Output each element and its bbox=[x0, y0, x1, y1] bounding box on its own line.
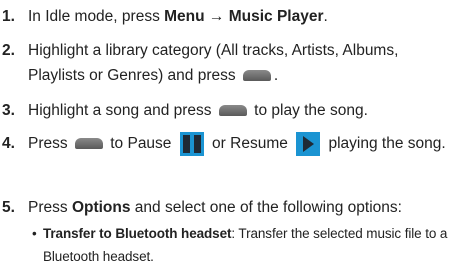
sub-option-text: Transfer to Bluetooth headset: Transfer … bbox=[43, 226, 448, 264]
step-text: Press Options and select one of the foll… bbox=[28, 199, 402, 216]
step-number: 5. bbox=[2, 199, 15, 216]
bullet-marker: • bbox=[32, 226, 37, 241]
step-number: 2. bbox=[2, 42, 15, 59]
step-number: 1. bbox=[2, 8, 15, 25]
pause-icon bbox=[179, 131, 204, 156]
select-key-icon bbox=[218, 105, 247, 117]
sub-option-transfer-bluetooth: • Transfer to Bluetooth headset: Transfe… bbox=[32, 222, 458, 268]
step-text: In Idle mode, press Menu → Music Player. bbox=[28, 8, 328, 25]
instruction-document: 1. In Idle mode, press Menu → Music Play… bbox=[0, 0, 462, 268]
step-number: 3. bbox=[2, 102, 15, 119]
play-icon bbox=[296, 131, 321, 156]
sub-option-label: Transfer to Bluetooth headset bbox=[43, 226, 232, 241]
options-keyword: Options bbox=[71, 199, 131, 216]
step-3: 3. Highlight a song and press to play th… bbox=[0, 98, 458, 123]
step-2: 2. Highlight a library category (All tra… bbox=[0, 38, 458, 88]
step-4: 4. Press to Pause or Resume playing the … bbox=[0, 131, 458, 156]
step-number: 4. bbox=[2, 135, 15, 152]
step-text: Highlight a song and press to play the s… bbox=[28, 102, 368, 119]
menu-path: Menu → Music Player bbox=[164, 8, 324, 25]
step-5: 5. Press Options and select one of the f… bbox=[0, 195, 458, 220]
step-1: 1. In Idle mode, press Menu → Music Play… bbox=[0, 4, 458, 29]
step-text: Press to Pause or Resume playing the son… bbox=[0, 131, 458, 156]
select-key-icon bbox=[74, 138, 103, 150]
step-text: Highlight a library category (All tracks… bbox=[28, 42, 399, 84]
select-key-icon bbox=[242, 70, 271, 82]
